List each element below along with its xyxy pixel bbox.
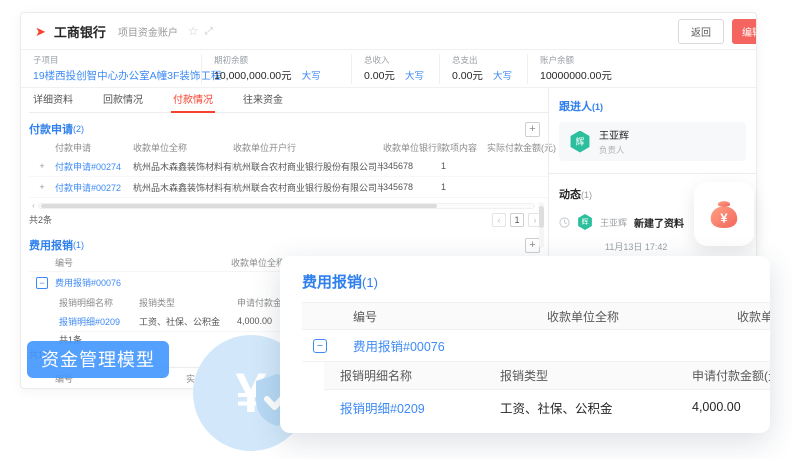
payment-total-count: 共2条: [29, 213, 52, 226]
overlay-detail-link[interactable]: 报销明细#0209: [324, 398, 484, 417]
model-label-badge: 资金管理模型: [27, 341, 169, 378]
row-collapse-icon[interactable]: −: [36, 277, 48, 289]
overlay-detail-header: 报销明细名称 报销类型 申请付款金额(元): [324, 362, 770, 390]
add-payment-button[interactable]: +: [525, 122, 540, 137]
overlay-table-header: 编号 收款单位全称 收款单位开户行: [302, 302, 770, 330]
breadcrumb: 项目资金账户: [118, 24, 178, 39]
uppercase-link[interactable]: 大写: [302, 68, 321, 82]
payment-section-title: 付款申请: [29, 121, 73, 137]
activity-action: 新建了资料: [634, 215, 684, 230]
payment-table: 付款申请 收款单位全称 收款单位开户行 收款单位银行账号 款项内容 实际付款金额…: [29, 138, 548, 229]
expense-detail-link[interactable]: 报销明细#0209: [59, 315, 139, 328]
payment-link[interactable]: 付款申请#00274: [55, 160, 133, 173]
uppercase-link[interactable]: 大写: [405, 68, 424, 82]
page-title: 工商银行: [54, 22, 106, 41]
overlay-title: 费用报销(1): [302, 271, 770, 292]
tab-bar: 详细资料 回款情况 付款情况 往来资金: [29, 88, 548, 113]
page-number[interactable]: 1: [510, 213, 524, 227]
summary-subproject: 子项目 19楼西投创智中心办公室A幢3F装饰工程: [21, 54, 201, 84]
overlay-expense-row[interactable]: − 费用报销#00076: [302, 330, 770, 362]
follower-role: 负责人: [599, 144, 629, 156]
row-expander-icon[interactable]: +: [29, 161, 55, 171]
scroll-left-icon[interactable]: ‹: [29, 201, 38, 210]
back-button[interactable]: 返回: [678, 19, 724, 44]
tab-details[interactable]: 详细资料: [31, 87, 75, 112]
app-logo-icon: ➤: [35, 25, 46, 38]
summary-total-income: 总收入 0.00元 大写: [351, 54, 439, 84]
tab-transactions[interactable]: 往来资金: [241, 87, 285, 112]
follower-card[interactable]: 辉 王亚辉 负责人: [559, 122, 746, 161]
payment-link[interactable]: 付款申请#00272: [55, 181, 133, 194]
tab-payments[interactable]: 付款情况: [171, 87, 215, 112]
money-bag-icon: ¥: [705, 195, 743, 233]
pagination: ‹ 1 ›: [492, 213, 542, 227]
uppercase-link[interactable]: 大写: [493, 68, 512, 82]
table-vertical-scrollbar[interactable]: [539, 202, 544, 248]
overlay-table: 编号 收款单位全称 收款单位开户行 − 费用报销#00076 报销明细名称 报销…: [302, 302, 770, 424]
prev-page-icon[interactable]: ‹: [492, 213, 506, 227]
avatar: 辉: [569, 131, 591, 153]
expense-link[interactable]: 费用报销#00076: [55, 276, 231, 289]
payment-table-header: 付款申请 收款单位全称 收款单位开户行 收款单位银行账号 款项内容 实际付款金额…: [29, 138, 548, 156]
expense-zoom-card: 费用报销(1) 编号 收款单位全称 收款单位开户行 − 费用报销#00076 报…: [280, 256, 770, 433]
table-horizontal-scrollbar: ‹ ›: [29, 201, 544, 210]
payment-row[interactable]: + 付款申请#00272 杭州品木森鑫装饰材料有限公司 杭州联合农村商业银行股份…: [29, 177, 548, 198]
row-collapse-icon[interactable]: −: [313, 339, 327, 353]
window-header: ➤ 工商银行 项目资金账户 ☆ ⤢ 返回 编辑: [21, 13, 756, 50]
summary-account-balance: 账户余额 10000000.00元: [527, 54, 624, 84]
row-expander-icon[interactable]: +: [29, 182, 55, 192]
scrollbar-thumb[interactable]: [41, 204, 437, 208]
edit-button[interactable]: 编辑: [732, 19, 757, 44]
payment-section-header: 付款申请 (2) +: [29, 120, 548, 138]
tab-receipts[interactable]: 回款情况: [101, 87, 145, 112]
overlay-detail-row[interactable]: 报销明细#0209 工资、社保、公积金 4,000.00: [324, 390, 770, 424]
add-expense-button[interactable]: +: [525, 238, 540, 253]
expand-icon[interactable]: ⤢: [205, 26, 213, 37]
favorite-star-icon[interactable]: ☆: [188, 24, 199, 38]
expense-section-title: 费用报销: [29, 237, 73, 253]
followers-title: 跟进人(1): [559, 98, 746, 114]
money-bag-card: ¥: [694, 182, 754, 246]
follower-name: 王亚辉: [599, 127, 629, 142]
overlay-expense-link[interactable]: 费用报销#00076: [338, 336, 534, 355]
activity-actor: 王亚辉: [600, 216, 627, 229]
payment-row[interactable]: + 付款申请#00274 杭州品木森鑫装饰材料有限公司 杭州联合农村商业银行股份…: [29, 156, 548, 177]
clock-icon: [559, 217, 570, 228]
svg-text:¥: ¥: [720, 211, 728, 226]
summary-bar: 子项目 19楼西投创智中心办公室A幢3F装饰工程 期初余额 10,000,000…: [21, 50, 756, 88]
sidebar-divider: [549, 173, 756, 174]
subproject-link[interactable]: 19楼西投创智中心办公室A幢3F装饰工程: [33, 68, 189, 83]
expense-section-header: 费用报销 (1) +: [29, 236, 548, 254]
summary-opening-balance: 期初余额 10,000,000.00元 大写: [201, 54, 351, 84]
payment-table-footer: 共2条 ‹ 1 ›: [29, 210, 548, 229]
avatar: 辉: [577, 214, 593, 230]
summary-total-expense: 总支出 0.00元 大写: [439, 54, 527, 84]
